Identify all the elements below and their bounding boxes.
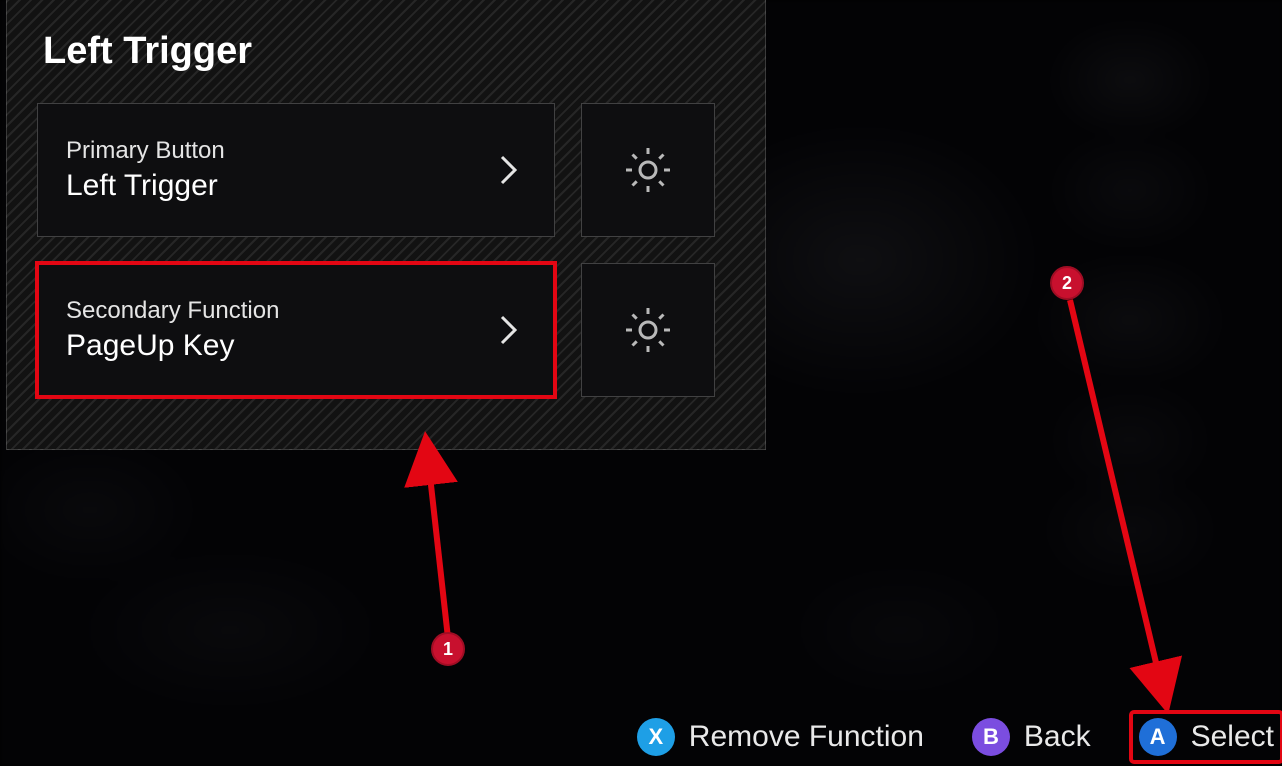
back-action[interactable]: B Back [972,718,1091,756]
primary-settings-button[interactable] [581,103,715,237]
chevron-right-icon [498,313,520,347]
select-label: Select [1191,720,1274,754]
gear-icon [621,143,675,197]
secondary-value: PageUp Key [66,329,554,363]
a-button-icon: A [1139,718,1177,756]
back-label: Back [1024,720,1091,754]
b-button-icon: B [972,718,1010,756]
panel-title: Left Trigger [37,30,735,73]
primary-row: Primary Button Left Trigger [37,103,735,237]
action-bar: X Remove Function B Back A Select [637,718,1278,756]
secondary-row: Secondary Function PageUp Key [37,263,735,397]
select-action[interactable]: A Select [1139,718,1274,756]
x-button-icon: X [637,718,675,756]
remove-function-action[interactable]: X Remove Function [637,718,924,756]
secondary-settings-button[interactable] [581,263,715,397]
primary-label: Primary Button [66,137,554,165]
secondary-function-card[interactable]: Secondary Function PageUp Key [37,263,555,397]
secondary-label: Secondary Function [66,297,554,325]
remove-function-label: Remove Function [689,720,924,754]
primary-button-card[interactable]: Primary Button Left Trigger [37,103,555,237]
chevron-right-icon [498,153,520,187]
gear-icon [621,303,675,357]
primary-value: Left Trigger [66,169,554,203]
left-trigger-panel: Left Trigger Primary Button Left Trigger… [6,0,766,450]
